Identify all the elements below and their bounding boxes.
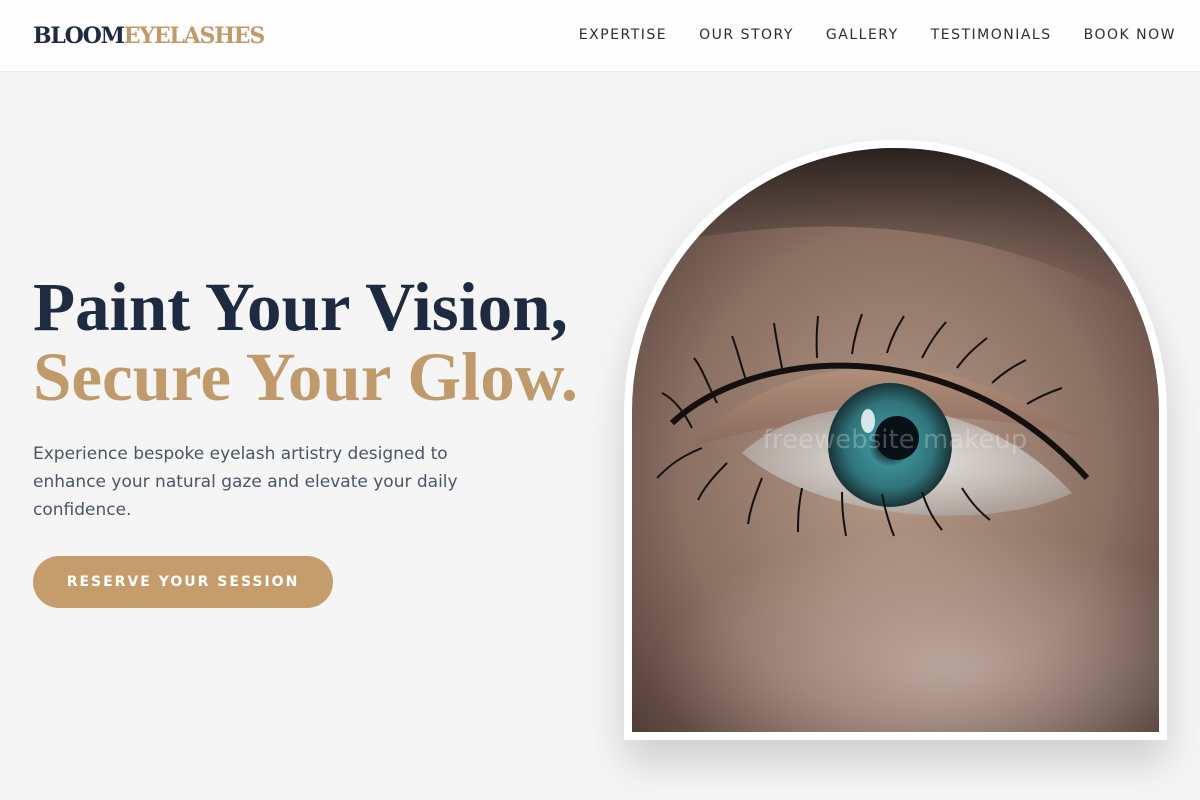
eye-closeup-image: freewebsite makeup	[632, 148, 1159, 732]
nav-link-our-story[interactable]: OUR STORY	[699, 26, 794, 44]
top-nav: BLOOMEYELASHES EXPERTISE OUR STORY GALLE…	[0, 0, 1200, 72]
brand-logo-part1: BLOOM	[33, 23, 125, 49]
hero-title-line1: Paint Your Vision,	[33, 269, 568, 345]
nav-link-testimonials[interactable]: TESTIMONIALS	[931, 26, 1052, 44]
hero-description: Experience bespoke eyelash artistry desi…	[33, 444, 458, 520]
hero-title-line2: Secure Your Glow.	[33, 339, 578, 415]
nav-link-gallery[interactable]: GALLERY	[826, 26, 899, 44]
reserve-session-button[interactable]: RESERVE YOUR SESSION	[33, 556, 333, 608]
hero-image-frame: freewebsite makeup	[624, 140, 1167, 740]
brand-logo[interactable]: BLOOMEYELASHES	[33, 22, 266, 50]
image-watermark: freewebsite makeup	[763, 425, 1028, 455]
nav-link-expertise[interactable]: EXPERTISE	[579, 26, 667, 44]
brand-logo-part2: EYELASHES	[123, 23, 266, 49]
hero-title: Paint Your Vision, Secure Your Glow.	[33, 272, 578, 412]
main-menu: EXPERTISE OUR STORY GALLERY TESTIMONIALS…	[579, 26, 1176, 44]
nav-link-book-now[interactable]: BOOK NOW	[1084, 26, 1176, 44]
